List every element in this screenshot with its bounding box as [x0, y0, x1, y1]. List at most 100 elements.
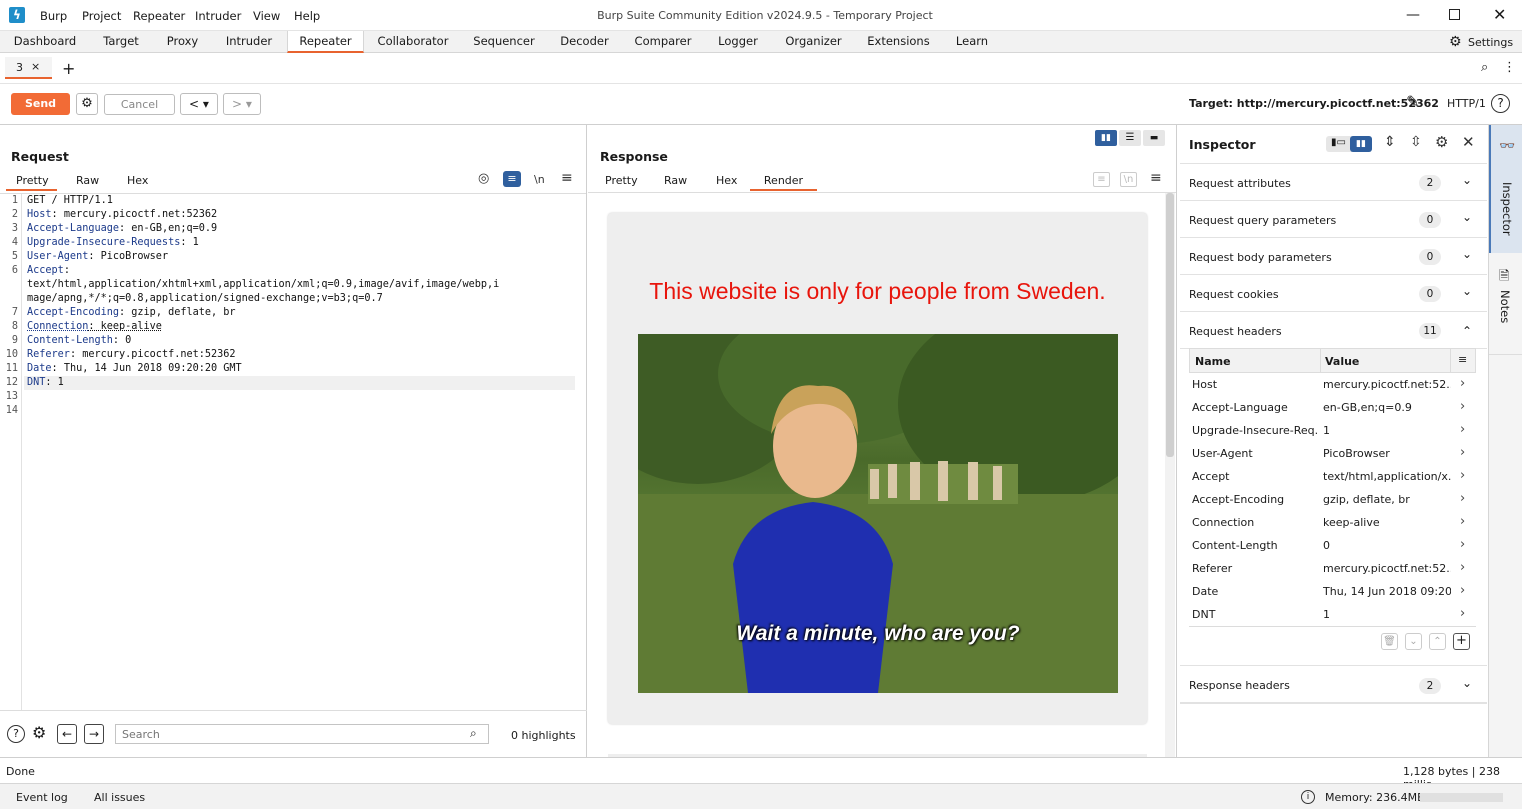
- section-request-body-parameters[interactable]: Request body parameters 0 ⌄: [1180, 238, 1487, 275]
- request-tab-pretty[interactable]: Pretty: [6, 174, 57, 191]
- menu-help[interactable]: Help: [294, 9, 320, 23]
- event-log-tab[interactable]: Event log: [16, 791, 68, 804]
- chevron-right-icon[interactable]: ›: [1460, 399, 1465, 414]
- expand-all-icon[interactable]: ⇕: [1384, 134, 1396, 150]
- request-line[interactable]: Accept:: [27, 265, 70, 276]
- chevron-right-icon[interactable]: ›: [1460, 468, 1465, 483]
- collapse-all-icon[interactable]: ⇳: [1410, 134, 1422, 150]
- tab-logger[interactable]: Logger: [712, 31, 764, 53]
- request-line[interactable]: DNT: 1: [27, 377, 64, 388]
- newline-toggle-icon[interactable]: \n: [534, 173, 545, 186]
- header-row[interactable]: Accept text/html,application/x... ›: [1190, 465, 1475, 488]
- request-line[interactable]: GET / HTTP/1.1: [27, 195, 113, 206]
- side-tab-notes[interactable]: 🗎 Notes: [1489, 255, 1522, 355]
- tab-target[interactable]: Target: [96, 31, 146, 53]
- header-row[interactable]: Referer mercury.picoctf.net:52... ›: [1190, 557, 1475, 580]
- section-response-headers[interactable]: Response headers 2 ⌄: [1180, 666, 1487, 703]
- repeater-tab-3[interactable]: 3 ×: [5, 57, 52, 79]
- menu-view[interactable]: View: [253, 9, 280, 23]
- column-options-icon[interactable]: ≡: [1458, 353, 1467, 366]
- header-row[interactable]: Date Thu, 14 Jun 2018 09:20... ›: [1190, 580, 1475, 603]
- close-tab-icon[interactable]: ×: [31, 60, 40, 73]
- header-row[interactable]: User-Agent PicoBrowser ›: [1190, 442, 1475, 465]
- response-tab-render[interactable]: Render: [750, 174, 817, 191]
- chevron-down-icon[interactable]: ⌄: [1462, 210, 1472, 224]
- cancel-button[interactable]: Cancel: [104, 94, 175, 115]
- forward-history-button[interactable]: > ▾: [223, 93, 261, 115]
- chevron-right-icon[interactable]: ›: [1460, 445, 1465, 460]
- chevron-right-icon[interactable]: ›: [1460, 514, 1465, 529]
- section-request-attributes[interactable]: Request attributes 2 ⌄: [1180, 164, 1487, 201]
- chevron-right-icon[interactable]: ›: [1460, 606, 1465, 621]
- layout-tabs-button[interactable]: ▬: [1143, 130, 1165, 146]
- tab-proxy[interactable]: Proxy: [160, 31, 205, 53]
- chevron-right-icon[interactable]: ›: [1460, 583, 1465, 598]
- search-settings-gear-icon[interactable]: ⚙: [32, 723, 46, 742]
- editor-menu-icon[interactable]: ≡: [561, 170, 573, 186]
- request-tab-raw[interactable]: Raw: [76, 174, 99, 187]
- response-tab-pretty[interactable]: Pretty: [605, 174, 638, 187]
- close-inspector-icon[interactable]: ✕: [1462, 133, 1475, 151]
- protocol-label[interactable]: HTTP/1: [1447, 97, 1486, 110]
- header-row[interactable]: Upgrade-Insecure-Req... 1 ›: [1190, 419, 1475, 442]
- request-tab-hex[interactable]: Hex: [127, 174, 148, 187]
- settings-label[interactable]: Settings: [1468, 36, 1513, 49]
- more-menu-icon[interactable]: ⋮: [1503, 60, 1516, 75]
- tab-learn[interactable]: Learn: [950, 31, 994, 53]
- move-down-button[interactable]: ⌄: [1405, 633, 1422, 650]
- layout-side-by-side-button[interactable]: ▮▮: [1095, 130, 1117, 146]
- chevron-down-icon[interactable]: ⌄: [1462, 173, 1472, 187]
- header-row[interactable]: Accept-Language en-GB,en;q=0.9 ›: [1190, 396, 1475, 419]
- request-line[interactable]: Upgrade-Insecure-Requests: 1: [27, 237, 199, 248]
- response-tab-hex[interactable]: Hex: [716, 174, 737, 187]
- chevron-down-icon[interactable]: ⌄: [1462, 284, 1472, 298]
- previous-match-button[interactable]: ←: [57, 724, 77, 744]
- render-scrollbar[interactable]: [1165, 193, 1175, 757]
- chevron-down-icon[interactable]: ⌄: [1462, 676, 1472, 690]
- request-line[interactable]: Connection: keep-alive: [27, 321, 162, 332]
- request-line[interactable]: User-Agent: PicoBrowser: [27, 251, 168, 262]
- request-line[interactable]: Content-Length: 0: [27, 335, 131, 346]
- tab-repeater[interactable]: Repeater: [287, 31, 364, 53]
- hide-nonprintable-icon[interactable]: ◎: [478, 171, 489, 186]
- add-header-button[interactable]: +: [1453, 633, 1470, 650]
- tab-dashboard[interactable]: Dashboard: [8, 31, 82, 53]
- menu-project[interactable]: Project: [82, 9, 121, 23]
- section-request-cookies[interactable]: Request cookies 0 ⌄: [1180, 275, 1487, 312]
- add-tab-icon[interactable]: +: [62, 59, 75, 78]
- section-request-query-parameters[interactable]: Request query parameters 0 ⌄: [1180, 201, 1487, 238]
- send-settings-gear-icon[interactable]: ⚙: [76, 93, 98, 115]
- chevron-right-icon[interactable]: ›: [1460, 560, 1465, 575]
- chevron-right-icon[interactable]: ›: [1460, 422, 1465, 437]
- tab-extensions[interactable]: Extensions: [862, 31, 935, 53]
- chevron-right-icon[interactable]: ›: [1460, 376, 1465, 391]
- tab-decoder[interactable]: Decoder: [556, 31, 613, 53]
- send-button[interactable]: Send: [11, 93, 70, 115]
- header-row[interactable]: Connection keep-alive ›: [1190, 511, 1475, 534]
- column-value[interactable]: Value: [1325, 355, 1359, 368]
- chevron-down-icon[interactable]: ⌄: [1462, 247, 1472, 261]
- all-issues-tab[interactable]: All issues: [94, 791, 145, 804]
- minimize-icon[interactable]: —: [1406, 7, 1420, 23]
- request-line[interactable]: mage/apng,*/*;q=0.8,application/signed-e…: [27, 293, 383, 304]
- target-label[interactable]: Target: http://mercury.picoctf.net:52362: [1189, 97, 1439, 110]
- request-line[interactable]: text/html,application/xhtml+xml,applicat…: [27, 279, 499, 290]
- tab-intruder[interactable]: Intruder: [220, 31, 278, 53]
- response-tab-raw[interactable]: Raw: [664, 174, 687, 187]
- info-icon[interactable]: i: [1301, 790, 1315, 804]
- wrap-lines-icon[interactable]: ≡: [503, 171, 521, 187]
- header-row[interactable]: Content-Length 0 ›: [1190, 534, 1475, 557]
- request-editor[interactable]: 1 GET / HTTP/1.1 2 Host: mercury.picoctf.ne…: [0, 194, 586, 710]
- tab-organizer[interactable]: Organizer: [780, 31, 847, 53]
- inspector-settings-gear-icon[interactable]: ⚙: [1435, 133, 1448, 151]
- side-tab-inspector[interactable]: 👓 Inspector: [1489, 125, 1522, 253]
- column-name[interactable]: Name: [1195, 355, 1231, 368]
- request-search-input[interactable]: [115, 724, 489, 744]
- request-line[interactable]: Date: Thu, 14 Jun 2018 09:20:20 GMT: [27, 363, 242, 374]
- help-circle-icon[interactable]: ?: [7, 725, 25, 743]
- menu-burp[interactable]: Burp: [40, 9, 67, 23]
- header-row[interactable]: Host mercury.picoctf.net:52... ›: [1190, 373, 1475, 396]
- response-menu-icon[interactable]: ≡: [1150, 170, 1162, 186]
- chevron-right-icon[interactable]: ›: [1460, 537, 1465, 552]
- search-icon[interactable]: ⌕: [1481, 60, 1488, 75]
